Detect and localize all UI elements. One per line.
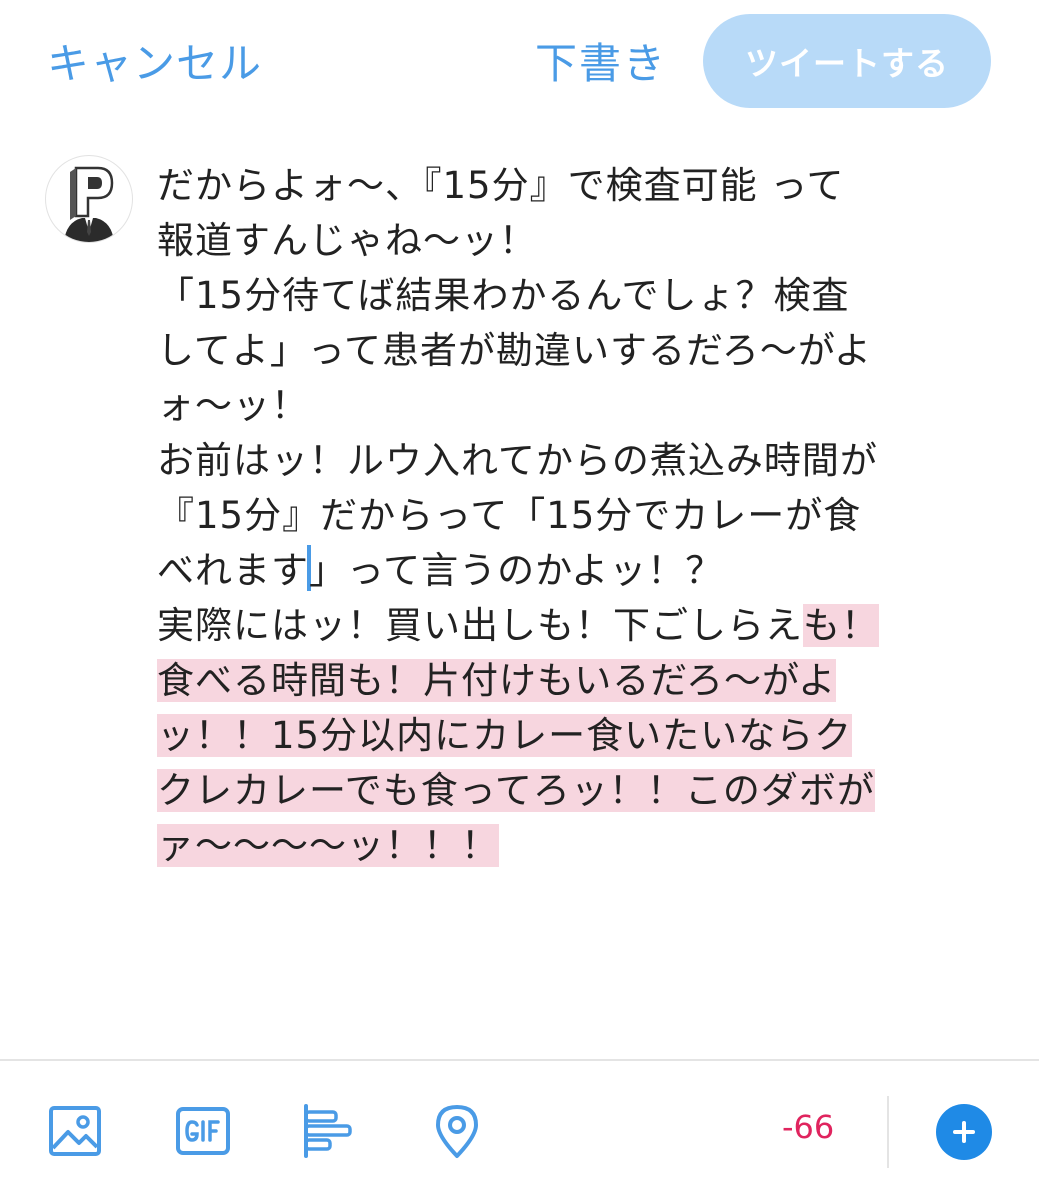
compose-header: キャンセル 下書き ツイートする: [0, 0, 1039, 125]
over-limit-text: ッ！！15分以内にカレー食いたいならク: [157, 714, 853, 757]
image-icon[interactable]: [46, 1102, 104, 1160]
toolbar-separator: [887, 1096, 889, 1168]
text-segment: 」って言うのかよッ！？: [309, 549, 724, 592]
text-line: 「15分待てば結果わかるんでしょ？検査: [157, 274, 850, 317]
gif-icon[interactable]: [174, 1102, 232, 1160]
text-line: だからよォ〜、『15分』で検査可能 って: [157, 164, 845, 207]
text-segment: べれます: [157, 549, 309, 592]
text-line: 報道すんじゃね〜ッ！: [157, 219, 537, 262]
tweet-button[interactable]: ツイートする: [703, 14, 991, 108]
text-line: 『15分』だからって「15分でカレーが食: [157, 494, 862, 537]
text-line: お前はッ！ルウ入れてからの煮込み時間が: [157, 439, 878, 482]
poll-icon[interactable]: [300, 1102, 358, 1160]
text-line: べれます」って言うのかよッ！？: [157, 543, 1007, 598]
over-limit-text: クレカレーでも食ってろッ！！このダボが: [157, 769, 875, 812]
text-line: ッ！！15分以内にカレー食いたいならク: [157, 708, 1007, 763]
text-line: 食べる時間も！片付けもいるだろ〜がよ: [157, 653, 1007, 708]
text-line: してよ」って患者が勘違いするだろ〜がよ: [157, 329, 872, 372]
avatar: [45, 155, 133, 243]
text-segment: 実際にはッ！買い出しも！下ごしらえ: [157, 604, 803, 647]
over-limit-text: ァ〜〜〜〜ッ！！！: [157, 824, 499, 867]
tweet-text-area[interactable]: だからよォ〜、『15分』で検査可能 って 報道すんじゃね〜ッ！ 「15分待てば結…: [157, 158, 1007, 873]
over-limit-text: 食べる時間も！片付けもいるだろ〜がよ: [157, 659, 837, 702]
over-limit-text: も！: [803, 604, 879, 647]
text-line: ァ〜〜〜〜ッ！！！: [157, 818, 1007, 873]
cancel-button[interactable]: キャンセル: [47, 30, 262, 91]
add-tweet-button[interactable]: [936, 1104, 992, 1160]
drafts-button[interactable]: 下書き: [535, 30, 667, 91]
text-line: クレカレーでも食ってろッ！！このダボが: [157, 763, 1007, 818]
toolbar-divider: [0, 1059, 1039, 1061]
text-line: 実際にはッ！買い出しも！下ごしらえも！: [157, 598, 1007, 653]
text-line: ォ〜ッ！: [157, 384, 309, 427]
location-icon[interactable]: [428, 1102, 486, 1160]
avatar-image: [64, 166, 114, 242]
character-counter: -66: [782, 1108, 835, 1146]
